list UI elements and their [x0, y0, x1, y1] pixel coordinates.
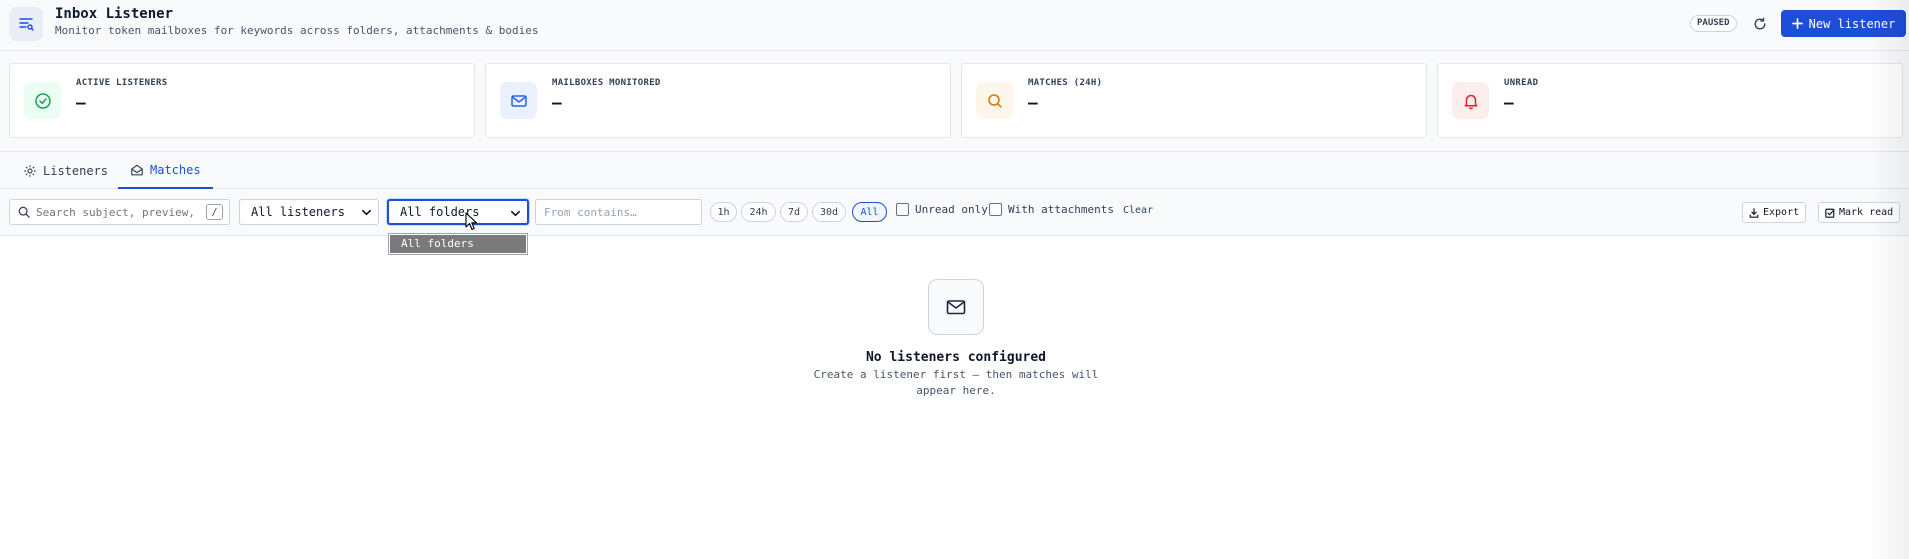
stat-card-unread: UNREAD — [1437, 63, 1903, 138]
stat-label: MATCHES (24H) [1028, 78, 1103, 88]
new-listener-label: New listener [1808, 16, 1896, 31]
stat-value: — [76, 93, 86, 112]
plus-icon [1791, 18, 1803, 29]
clear-filters-button[interactable]: Clear [1123, 205, 1153, 216]
stats-row: ACTIVE LISTENERS — MAILBOXES MONITORED —… [0, 51, 1909, 151]
empty-state-title: No listeners configured [865, 350, 1046, 365]
mail-open-icon [131, 164, 143, 175]
app-header: Inbox Listener Monitor token mailboxes f… [0, 0, 1909, 51]
stat-card-active-listeners: ACTIVE LISTENERS — [9, 63, 475, 138]
export-label: Export [1763, 207, 1800, 218]
search-icon [976, 82, 1013, 119]
stat-value: — [1504, 93, 1514, 112]
listener-select-value: All listeners [251, 205, 345, 219]
from-filter-input[interactable] [535, 199, 702, 225]
mark-read-label: Mark read [1839, 207, 1894, 218]
tab-label: Matches [150, 162, 201, 177]
page-subtitle: Monitor token mailboxes for keywords acr… [55, 24, 539, 37]
search-input[interactable] [36, 205, 200, 219]
folder-dropdown-list: All folders [388, 233, 528, 255]
bell-icon [1452, 82, 1489, 119]
empty-state: No listeners configured Create a listene… [770, 279, 1142, 399]
checkbox-label: With attachments [1008, 203, 1114, 216]
stat-label: ACTIVE LISTENERS [76, 78, 168, 88]
mail-icon [500, 82, 537, 119]
tab-bar: Listeners Matches [0, 151, 1909, 189]
tab-label: Listeners [43, 163, 109, 178]
folder-option-all[interactable]: All folders [390, 235, 526, 253]
chevron-down-icon [511, 210, 520, 217]
page-title: Inbox Listener [55, 6, 174, 22]
chevron-down-icon [362, 209, 371, 216]
search-box[interactable]: / [9, 199, 230, 225]
stat-label: UNREAD [1504, 78, 1539, 88]
download-icon [1749, 207, 1759, 218]
filter-bar: / All listeners All folders 1h 24h 7d 30… [0, 189, 1909, 236]
new-listener-button[interactable]: New listener [1781, 10, 1906, 37]
tab-matches[interactable]: Matches [118, 152, 213, 189]
export-button[interactable]: Export [1742, 202, 1807, 223]
checkbox-label: Unread only [915, 203, 988, 216]
check-circle-icon [24, 82, 61, 119]
with-attachments-checkbox[interactable]: With attachments [989, 203, 1114, 216]
stat-value: — [1028, 93, 1038, 112]
range-all[interactable]: All [852, 202, 887, 222]
mail-icon [928, 279, 984, 335]
status-badge: PAUSED [1690, 15, 1737, 32]
stat-card-matches: MATCHES (24H) — [961, 63, 1427, 138]
range-7d[interactable]: 7d [780, 202, 808, 222]
stat-value: — [552, 93, 562, 112]
checkbox-box[interactable] [896, 203, 909, 216]
range-24h[interactable]: 24h [741, 202, 776, 222]
search-icon [18, 206, 30, 218]
check-square-icon [1825, 208, 1835, 218]
refresh-icon [1754, 17, 1766, 30]
checkbox-box[interactable] [989, 203, 1002, 216]
app-menu-icon[interactable] [9, 7, 43, 41]
stat-card-mailboxes: MAILBOXES MONITORED — [485, 63, 951, 138]
unread-only-checkbox[interactable]: Unread only [896, 203, 988, 216]
search-shortcut-key: / [206, 204, 223, 220]
refresh-button[interactable] [1750, 14, 1770, 34]
empty-state-text: Create a listener first — then matches w… [813, 368, 1099, 397]
gear-icon [24, 164, 36, 177]
range-1h[interactable]: 1h [710, 202, 737, 222]
folder-select[interactable]: All folders [387, 199, 529, 225]
tab-listeners[interactable]: Listeners [11, 152, 120, 189]
listener-select[interactable]: All listeners [239, 199, 379, 225]
stat-label: MAILBOXES MONITORED [552, 78, 661, 88]
mark-read-button[interactable]: Mark read [1818, 202, 1901, 223]
mouse-cursor-icon [465, 212, 478, 231]
range-30d[interactable]: 30d [812, 202, 846, 222]
